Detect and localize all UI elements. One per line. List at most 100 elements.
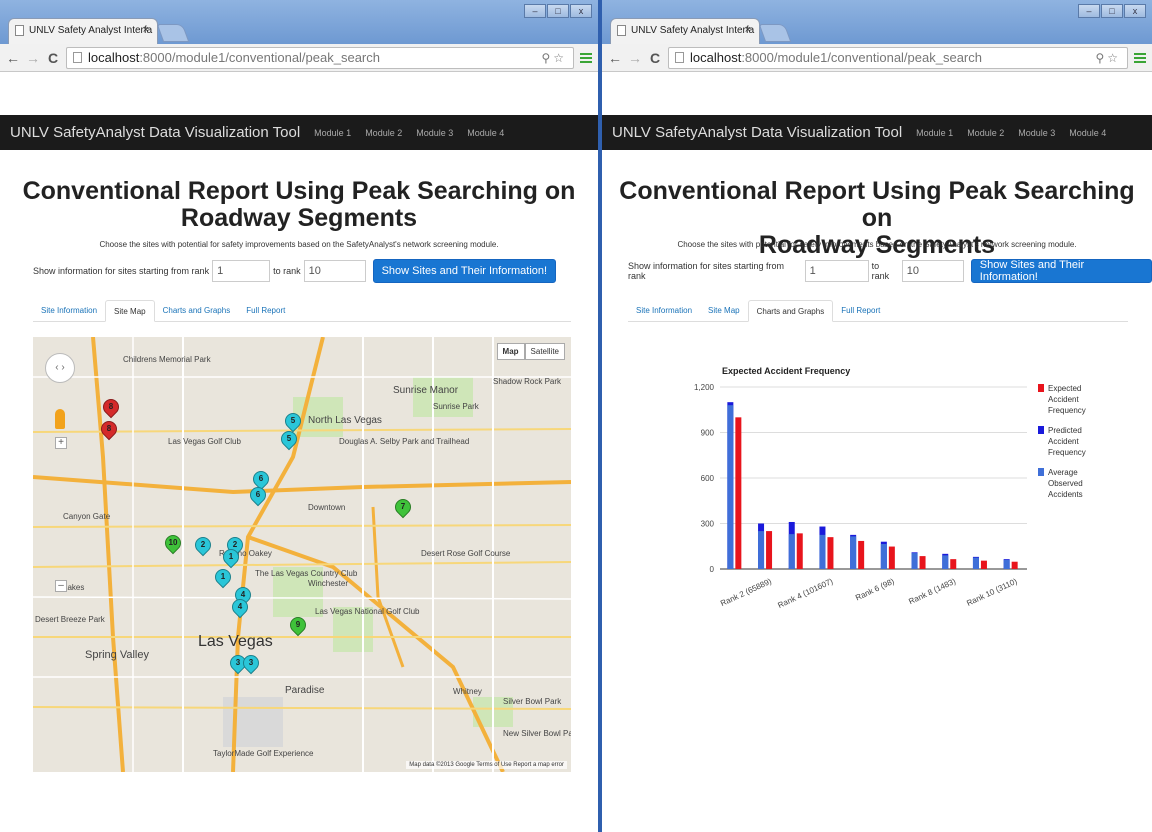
map-type-satellite-button[interactable]: Satellite (524, 343, 565, 360)
reload-icon[interactable]: C (648, 50, 662, 66)
nav-module-3[interactable]: Module 3 (1018, 128, 1055, 138)
bar-observed (1003, 559, 1010, 569)
minimize-icon[interactable]: – (524, 4, 546, 18)
close-window-icon[interactable]: x (570, 4, 592, 18)
page-subtitle: Choose the sites with potential for safe… (677, 240, 1077, 249)
browser-tab[interactable]: UNLV Safety Analyst Interfa × (610, 18, 760, 44)
tab-full-report[interactable]: Full Report (833, 299, 888, 321)
new-tab-button[interactable] (156, 24, 190, 42)
nav-module-2[interactable]: Module 2 (365, 128, 402, 138)
page-title-line-1: Conventional Report Using Peak Searching… (22, 177, 576, 205)
nav-module-3[interactable]: Module 3 (416, 128, 453, 138)
browser-window-right: UNLV Safety Analyst Interfa × – □ x ← → … (602, 0, 1152, 832)
map-place-label: The Las Vegas Country Club (255, 569, 358, 578)
minimize-icon[interactable]: – (1078, 4, 1100, 18)
url-path: :8000/module1/conventional/peak_search (139, 50, 380, 65)
map-type-map-button[interactable]: Map (496, 343, 525, 360)
search-star-icons[interactable]: ⚲☆ (541, 51, 567, 65)
browser-tab[interactable]: UNLV Safety Analyst Interfa × (8, 18, 158, 44)
nav-module-2[interactable]: Module 2 (967, 128, 1004, 138)
show-sites-button[interactable]: Show Sites and Their Information! (372, 259, 557, 283)
legend-label: Accident (1048, 437, 1079, 446)
zoom-out-button[interactable]: – (55, 580, 67, 592)
rank-form: Show information for sites starting from… (628, 259, 1152, 283)
rank-from-input[interactable] (212, 260, 271, 282)
chart-title: Expected Accident Frequency (722, 366, 850, 376)
maximize-icon[interactable]: □ (547, 4, 569, 18)
window-controls: – □ x (524, 4, 592, 18)
legend-swatch (1038, 468, 1044, 476)
maximize-icon[interactable]: □ (1101, 4, 1123, 18)
map-place-label: Sunrise Park (433, 402, 479, 411)
map-place-label: New Silver Bowl Park (503, 729, 571, 738)
browser-menu-icon[interactable] (580, 52, 592, 63)
nav-module-4[interactable]: Module 4 (1069, 128, 1106, 138)
brand-title[interactable]: UNLV SafetyAnalyst Data Visualization To… (10, 124, 300, 141)
brand-title[interactable]: UNLV SafetyAnalyst Data Visualization To… (612, 124, 902, 141)
page-title-line-2: Roadway Segments (180, 204, 418, 232)
bar-observed (788, 534, 795, 569)
top-navbar: UNLV SafetyAnalyst Data Visualization To… (602, 115, 1152, 150)
page-subtitle: Choose the sites with potential for safe… (99, 240, 499, 249)
back-arrow-icon[interactable]: ← (6, 50, 20, 66)
x-tick-label: Rank 4 (101607) (776, 577, 834, 610)
y-tick-label: 900 (701, 429, 715, 438)
legend-swatch (1038, 426, 1044, 434)
street-view-pegman-icon[interactable] (55, 409, 65, 429)
rank-from-input[interactable] (804, 260, 869, 282)
legend-label: Accidents (1048, 490, 1083, 499)
tab-charts-and-graphs[interactable]: Charts and Graphs (747, 300, 834, 322)
map-place-label: Desert Rose Golf Course (421, 549, 511, 558)
show-sites-button[interactable]: Show Sites and Their Information! (970, 259, 1152, 283)
bar-expected (1011, 561, 1018, 569)
bar-expected (735, 417, 742, 569)
url-host: localhost (690, 50, 742, 65)
map-place-label: Whitney (453, 687, 482, 696)
rank-to-input[interactable] (303, 260, 366, 282)
new-tab-button[interactable] (758, 24, 792, 42)
bar-expected (888, 546, 895, 569)
bar-observed (819, 534, 826, 569)
url-path: :8000/module1/conventional/peak_search (741, 50, 982, 65)
chart-container: Expected Accident Frequency 0 300 600 900 1,2… (602, 357, 1152, 657)
page-icon (617, 25, 626, 36)
tab-site-information[interactable]: Site Information (33, 299, 105, 321)
map-place-label: Sunrise Manor (393, 385, 459, 396)
rank-to-input[interactable] (901, 260, 964, 282)
map-place-label: Las Vegas National Golf Club (315, 607, 420, 616)
tab-site-information[interactable]: Site Information (628, 299, 700, 321)
zoom-in-button[interactable]: + (55, 437, 67, 449)
back-arrow-icon[interactable]: ← (608, 50, 622, 66)
tab-site-map[interactable]: Site Map (700, 299, 748, 321)
nav-module-4[interactable]: Module 4 (467, 128, 504, 138)
browser-toolbar: ← → C localhost:8000/module1/conventiona… (0, 44, 598, 72)
browser-menu-icon[interactable] (1134, 52, 1146, 63)
address-bar[interactable]: localhost:8000/module1/conventional/peak… (668, 46, 1128, 69)
close-tab-icon[interactable]: × (745, 24, 751, 36)
pan-control-icon[interactable]: ‹ › (45, 353, 75, 383)
bar-expected (950, 559, 957, 569)
map-footer: Map data ©2013 Google Terms of Use Repor… (406, 761, 567, 769)
x-tick-label: Rank 10 (3110) (965, 577, 1019, 608)
map-place-label: Desert Breeze Park (35, 615, 105, 624)
close-tab-icon[interactable]: × (143, 24, 149, 36)
browser-toolbar: ← → C localhost:8000/module1/conventiona… (602, 44, 1152, 72)
close-window-icon[interactable]: x (1124, 4, 1146, 18)
nav-module-1[interactable]: Module 1 (314, 128, 351, 138)
legend-label: Average (1048, 468, 1078, 477)
rank-to-label: to rank (871, 261, 890, 281)
map-place-label: Silver Bowl Park (503, 697, 562, 706)
address-bar[interactable]: localhost:8000/module1/conventional/peak… (66, 46, 574, 69)
forward-arrow-icon[interactable]: → (26, 50, 40, 66)
search-star-icons[interactable]: ⚲☆ (1095, 51, 1121, 65)
forward-arrow-icon[interactable]: → (628, 50, 642, 66)
nav-module-1[interactable]: Module 1 (916, 128, 953, 138)
tab-site-map[interactable]: Site Map (105, 300, 155, 322)
site-map[interactable]: Childrens Memorial Park Sunrise Manor Sh… (33, 337, 571, 772)
tab-full-report[interactable]: Full Report (238, 299, 293, 321)
tab-charts-and-graphs[interactable]: Charts and Graphs (155, 299, 239, 321)
map-place-label: North Las Vegas (308, 415, 382, 426)
reload-icon[interactable]: C (46, 50, 60, 66)
bar-observed (942, 555, 949, 569)
map-place-label: Las Vegas Golf Club (168, 437, 241, 446)
